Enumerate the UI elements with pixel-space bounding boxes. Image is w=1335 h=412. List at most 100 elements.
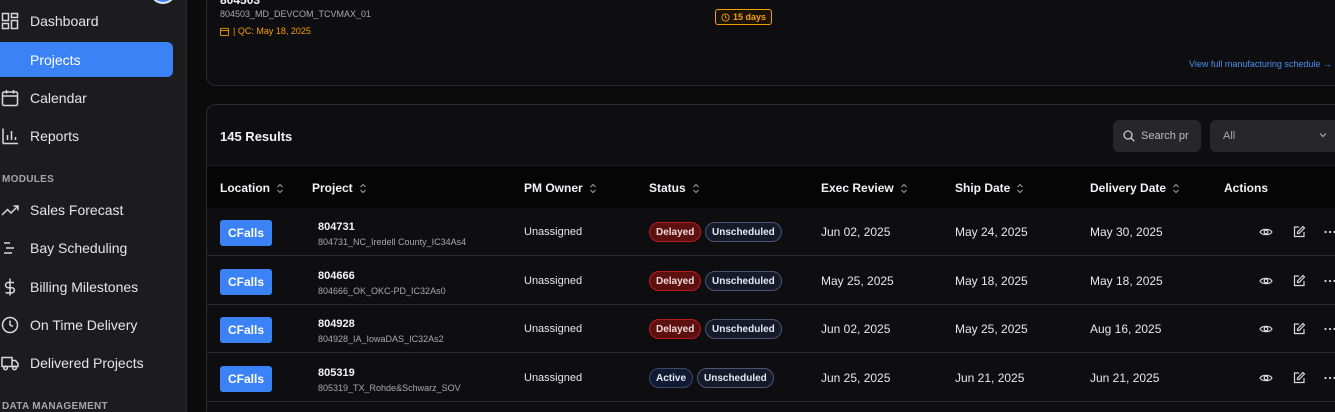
sidebar-item-delivered-projects[interactable]: Delivered Projects [0, 345, 173, 380]
search-icon [1123, 130, 1135, 142]
column-header-project[interactable]: Project [312, 181, 367, 195]
schedule-project-name: 804503_MD_DEVCOM_TCVMAX_01 [220, 9, 372, 19]
schedule-project-number: 804503 [220, 0, 261, 7]
project-name: 804666_OK_OKC-PD_IC32As0 [318, 286, 446, 296]
location-button[interactable]: CFalls [220, 366, 272, 392]
delivery-date: May 30, 2025 [1090, 225, 1163, 239]
results-card: 145 Results All Location Project PM Owne… [206, 104, 1335, 412]
column-header-delivery-date[interactable]: Delivery Date [1090, 181, 1180, 195]
more-icon[interactable] [1323, 225, 1335, 239]
column-header-ship-date[interactable]: Ship Date [955, 181, 1024, 195]
edit-icon[interactable] [1292, 371, 1306, 385]
exec-review-date: May 25, 2025 [821, 274, 894, 288]
project-number: 804928 [318, 318, 355, 330]
ship-date: May 24, 2025 [955, 225, 1028, 239]
sidebar-item-label: Bay Scheduling [30, 239, 128, 256]
more-icon[interactable] [1323, 371, 1335, 385]
pm-owner: Unassigned [524, 226, 583, 238]
status-badge: Delayed [649, 271, 702, 291]
project-number: 804666 [318, 270, 355, 282]
exec-review-date: Jun 02, 2025 [821, 322, 891, 336]
sort-icon [900, 183, 907, 193]
table-row[interactable]: CFalls 804666 804666_OK_OKC-PD_IC32As0 U… [207, 257, 1335, 305]
sidebar-item-label: On Time Delivery [30, 316, 138, 333]
sort-icon [1173, 183, 1179, 193]
column-header-location[interactable]: Location [220, 181, 284, 195]
column-header-exec-review[interactable]: Exec Review [821, 181, 908, 195]
table-row[interactable]: CFalls 804928 804928_IA_IowaDAS_IC32As2 … [207, 305, 1335, 353]
ship-date: May 18, 2025 [955, 274, 1028, 288]
days-badge-label: 15 days [733, 12, 767, 22]
ship-date: Jun 21, 2025 [955, 371, 1025, 385]
view-icon[interactable] [1259, 225, 1273, 239]
schedule-qc-date: | QC: May 18, 2025 [220, 26, 311, 36]
sidebar-item-on-time-delivery[interactable]: On Time Delivery [0, 307, 173, 342]
search-input[interactable] [1141, 130, 1193, 142]
sort-icon [1017, 183, 1024, 193]
project-name: 805319_TX_Rohde&Schwarz_SOV [318, 383, 461, 393]
schedule-badge: Unscheduled [705, 319, 782, 339]
sidebar-item-bay-scheduling[interactable]: Bay Scheduling [0, 230, 173, 265]
delivery-date: Aug 16, 2025 [1090, 322, 1162, 336]
project-name: 804928_IA_IowaDAS_IC32As2 [318, 334, 444, 344]
sort-icon [692, 183, 699, 193]
table-header: Location Project PM Owner Status Exec Re… [207, 165, 1335, 208]
calendar-icon [0, 80, 30, 115]
qc-text: | QC: May 18, 2025 [233, 26, 311, 36]
view-icon[interactable] [1259, 274, 1273, 288]
sort-icon [277, 183, 283, 193]
schedule-badge: Unscheduled [705, 271, 782, 291]
trending-up-icon [0, 192, 30, 227]
edit-icon[interactable] [1292, 274, 1306, 288]
more-icon[interactable] [1323, 322, 1335, 336]
view-icon[interactable] [1259, 371, 1273, 385]
status-badge: Active [649, 368, 694, 388]
clock-icon [721, 12, 730, 22]
location-button[interactable]: CFalls [220, 220, 272, 246]
exec-review-date: Jun 25, 2025 [821, 371, 891, 385]
column-header-pm-owner[interactable]: PM Owner [524, 181, 597, 195]
section-label-modules: MODULES [2, 174, 55, 185]
ship-date: May 25, 2025 [955, 322, 1028, 336]
sidebar-item-label: Calendar [30, 89, 87, 106]
app-root: Dashboard Projects Calendar Reports MODU… [0, 0, 1335, 412]
dashboard-icon [0, 3, 30, 38]
filter-select[interactable]: All [1210, 120, 1335, 152]
sidebar-item-reports[interactable]: Reports [0, 118, 173, 153]
column-header-actions: Actions [1224, 181, 1269, 195]
pm-owner: Unassigned [524, 372, 583, 384]
clock-icon [0, 307, 30, 342]
location-button[interactable]: CFalls [220, 317, 272, 343]
results-count: 145 Results [220, 129, 293, 144]
sidebar-item-label: Delivered Projects [30, 354, 144, 371]
section-label-data-management: DATA MANAGEMENT [2, 401, 108, 412]
sidebar-item-calendar[interactable]: Calendar [0, 80, 173, 115]
sidebar-item-projects[interactable]: Projects [0, 42, 173, 77]
search-box[interactable] [1113, 120, 1201, 152]
view-full-schedule-link[interactable]: View full manufacturing schedule → [1189, 59, 1332, 69]
location-button[interactable]: CFalls [220, 269, 272, 295]
edit-icon[interactable] [1292, 225, 1306, 239]
exec-review-date: Jun 02, 2025 [821, 225, 891, 239]
sidebar-item-label: Reports [30, 127, 80, 144]
sidebar-item-billing-milestones[interactable]: Billing Milestones [0, 269, 173, 304]
table-row[interactable]: CFalls 805319 805319_TX_Rohde&Schwarz_SO… [207, 354, 1335, 402]
dollar-icon [0, 269, 30, 304]
project-number: 804731 [318, 221, 355, 233]
bar-chart-icon [0, 118, 30, 153]
align-left-icon [0, 230, 30, 265]
schedule-badge: Unscheduled [705, 222, 782, 242]
calendar-icon [220, 27, 229, 36]
more-icon[interactable] [1323, 274, 1335, 288]
truck-icon [0, 345, 30, 380]
column-header-status[interactable]: Status [649, 181, 700, 195]
view-icon[interactable] [1259, 322, 1273, 336]
schedule-badge: Unscheduled [697, 368, 774, 388]
edit-icon[interactable] [1292, 322, 1306, 336]
sidebar-item-sales-forecast[interactable]: Sales Forecast [0, 192, 173, 227]
sort-icon [359, 183, 366, 193]
sidebar-item-dashboard[interactable]: Dashboard [0, 3, 173, 38]
pm-owner: Unassigned [524, 275, 583, 287]
project-number: 805319 [318, 367, 355, 379]
table-row[interactable]: CFalls 804731 804731_NC_Iredell County_I… [207, 208, 1335, 256]
